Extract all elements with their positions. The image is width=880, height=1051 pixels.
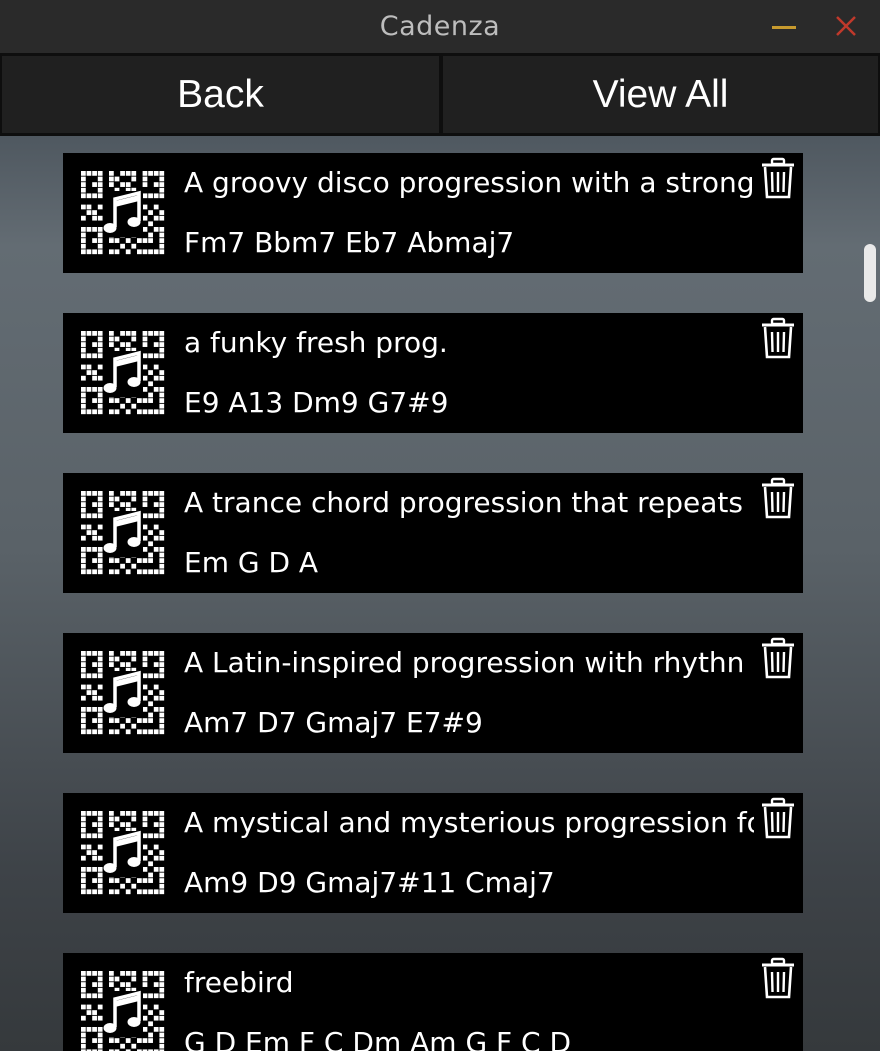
- progression-description: A mystical and mysterious progression fo: [184, 806, 754, 839]
- progression-description: A groovy disco progression with a strong: [184, 166, 754, 199]
- music-note-qr-icon: [81, 971, 165, 1051]
- progression-chords: Fm7 Bbm7 Eb7 Abmaj7: [184, 226, 515, 259]
- progression-chords: Am7 D7 Gmaj7 E7#9: [184, 706, 483, 739]
- view-all-button[interactable]: View All: [441, 54, 880, 135]
- progression-card[interactable]: A trance chord progression that repeats …: [63, 473, 803, 593]
- music-note-qr-icon: [81, 331, 165, 415]
- progression-chords: Em G D A: [184, 546, 319, 579]
- progression-card[interactable]: A groovy disco progression with a strong…: [63, 153, 803, 273]
- music-note-qr-icon: [81, 491, 165, 575]
- trash-icon[interactable]: [760, 637, 796, 679]
- progression-chords: G D Em F C Dm Am G F C D: [184, 1026, 572, 1051]
- window-title: Cadenza: [379, 11, 501, 42]
- progression-description: A trance chord progression that repeats: [184, 486, 743, 519]
- progression-card[interactable]: A Latin-inspired progression with rhythn…: [63, 633, 803, 753]
- trash-icon[interactable]: [760, 957, 796, 999]
- close-button[interactable]: [830, 10, 862, 42]
- progression-description: A Latin-inspired progression with rhythn: [184, 646, 745, 679]
- music-note-qr-icon: [81, 811, 165, 895]
- progression-card[interactable]: freebird G D Em F C Dm Am G F C D: [63, 953, 803, 1051]
- progression-card[interactable]: a funky fresh prog. E9 A13 Dm9 G7#9: [63, 313, 803, 433]
- back-button[interactable]: Back: [0, 54, 441, 135]
- progression-description: freebird: [184, 966, 294, 999]
- scrollbar-thumb[interactable]: [864, 244, 876, 302]
- navigation-bar: Back View All: [0, 53, 880, 136]
- title-bar: Cadenza: [0, 0, 880, 53]
- trash-icon[interactable]: [760, 797, 796, 839]
- progression-description: a funky fresh prog.: [184, 326, 448, 359]
- trash-icon[interactable]: [760, 477, 796, 519]
- minimize-icon: [772, 25, 796, 29]
- progression-list[interactable]: A groovy disco progression with a strong…: [0, 136, 880, 1051]
- progression-chords: Am9 D9 Gmaj7#11 Cmaj7: [184, 866, 555, 899]
- close-icon: [836, 16, 856, 36]
- trash-icon[interactable]: [760, 317, 796, 359]
- trash-icon[interactable]: [760, 157, 796, 199]
- minimize-button[interactable]: [768, 10, 800, 42]
- progression-card[interactable]: A mystical and mysterious progression fo…: [63, 793, 803, 913]
- music-note-qr-icon: [81, 651, 165, 735]
- music-note-qr-icon: [81, 171, 165, 255]
- progression-chords: E9 A13 Dm9 G7#9: [184, 386, 449, 419]
